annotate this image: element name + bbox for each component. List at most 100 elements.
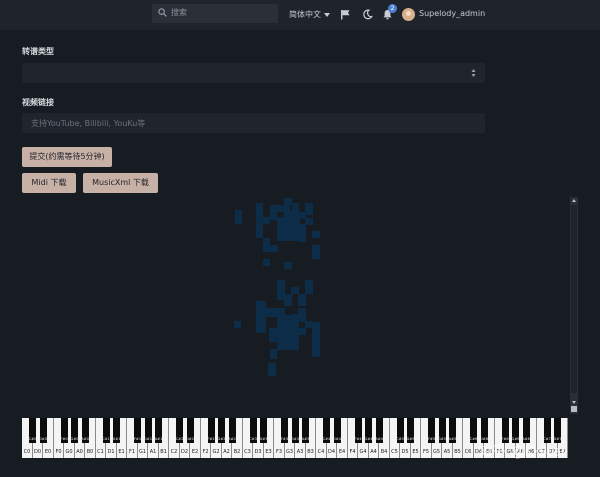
piano-key-black[interactable]: D#1: [112, 418, 121, 443]
piano-key-label: G2: [212, 449, 220, 455]
piano-key-black[interactable]: C#1: [102, 418, 110, 443]
piano-key-label: F0: [55, 449, 62, 455]
piano-key-black[interactable]: C#6: [470, 418, 477, 443]
piano-key-black[interactable]: F#2: [207, 418, 215, 443]
piano-key-black[interactable]: A#6: [522, 418, 530, 443]
piano-key-black[interactable]: A#3: [302, 418, 309, 443]
piano-key-label: D5: [401, 449, 409, 455]
piano-key-black[interactable]: G#6: [511, 418, 520, 443]
piano-key-black[interactable]: C#3: [249, 418, 257, 443]
piano-key-black[interactable]: A#1: [155, 418, 162, 443]
piano-key-label: D4: [327, 449, 336, 455]
vertical-scrollbar[interactable]: [570, 197, 578, 414]
piano-key-black[interactable]: C#7: [543, 418, 551, 443]
piano-key-black[interactable]: F#5: [428, 418, 435, 443]
piano-key-label: B1: [160, 449, 167, 455]
piano-key-label: G#2: [217, 437, 226, 441]
piano-key-black[interactable]: F#1: [134, 418, 141, 443]
piano-key-label: E3: [265, 449, 272, 455]
piano-key-black[interactable]: G#1: [143, 418, 153, 443]
piano-key-black[interactable]: A#5: [449, 418, 456, 443]
piano-key-label: A#0: [81, 437, 89, 441]
piano-key-black[interactable]: F#3: [281, 418, 288, 443]
piano-key-label: C4: [317, 449, 325, 455]
piano-key-label: A2: [223, 449, 230, 455]
piano-key-black[interactable]: A#2: [228, 418, 236, 443]
piano-key-label: B3: [307, 449, 314, 455]
piano-key-black[interactable]: G#4: [364, 418, 373, 443]
piano-key-label: C#1: [102, 437, 110, 441]
piano-key-black[interactable]: C#0: [29, 418, 36, 443]
scrollbar-thumb[interactable]: [571, 205, 577, 393]
piano-key-label: G#1: [143, 437, 153, 441]
piano-key-label: C#5: [396, 437, 404, 441]
piano-key-label: G3: [285, 449, 294, 455]
piano-key-black[interactable]: C#2: [176, 418, 183, 443]
watermark: 知乎 @K·Star: [478, 444, 567, 460]
piano-key-label: D#0: [38, 437, 48, 441]
piano-key-black[interactable]: F#6: [501, 418, 509, 443]
piano-key-label: C0: [23, 449, 31, 455]
piano-key-label: F3: [275, 449, 283, 455]
scroll-down-arrow-icon[interactable]: [572, 401, 576, 404]
piano-key-label: C#6: [469, 437, 478, 441]
piano-key-black[interactable]: C#4: [323, 418, 330, 443]
piano-key-label: C#2: [175, 437, 184, 441]
piano-key-label: F2: [202, 449, 209, 455]
piano-key-label: C3: [244, 449, 251, 455]
piano-key-label: B4: [380, 449, 388, 455]
piano-key-label: G#0: [70, 437, 79, 441]
piano-key-label: A0: [76, 449, 83, 455]
piano-key-black[interactable]: A#0: [81, 418, 89, 443]
piano-key-black[interactable]: D#5: [406, 418, 415, 443]
scroll-up-arrow-icon[interactable]: [572, 199, 576, 202]
piano-key-label: D#2: [185, 437, 195, 441]
piano-key-label: D#5: [406, 437, 415, 441]
piano-key-black[interactable]: F#0: [60, 418, 68, 443]
piano-key-black[interactable]: D#6: [480, 418, 488, 443]
piano-key-black[interactable]: D#2: [185, 418, 195, 443]
piano-key-label: E4: [338, 449, 346, 455]
piano-key-label: C1: [97, 449, 104, 455]
piano-key-black[interactable]: D#7: [553, 418, 562, 443]
piano-key-label: A#4: [375, 437, 383, 441]
piano-key-label: B5: [454, 449, 461, 455]
piano-key-black[interactable]: C#5: [396, 418, 404, 443]
piano-key-black[interactable]: G#5: [437, 418, 447, 443]
piano-key-label: G5: [432, 449, 441, 455]
piano-key-label: A1: [149, 449, 157, 455]
piano-key-label: C#4: [322, 437, 331, 441]
piano-key-label: F5: [422, 449, 430, 455]
piano-key-label: D3: [254, 449, 262, 455]
piano-key-label: C#0: [28, 437, 37, 441]
piano-key-label: G#4: [364, 437, 373, 441]
piano-key-label: F4: [349, 449, 356, 455]
piano-key-label: D#3: [259, 437, 268, 441]
piano-key-black[interactable]: D#0: [38, 418, 48, 443]
piano-key-black[interactable]: G#0: [70, 418, 79, 443]
piano-key-black[interactable]: D#3: [259, 418, 268, 443]
piano-key-label: E2: [191, 449, 199, 455]
piano-key-label: D1: [107, 449, 115, 455]
piano-key-label: C#3: [249, 437, 257, 441]
piano-key-label: D0: [33, 449, 42, 455]
piano-key-label: G#5: [437, 437, 447, 441]
piano-key-label: G0: [65, 449, 73, 455]
piano-key-label: F#1: [133, 437, 142, 441]
piano-key-black[interactable]: F#4: [354, 418, 362, 443]
piano-key-black[interactable]: D#4: [333, 418, 341, 443]
piano-key-label: G4: [359, 449, 367, 455]
piano-key-label: G#3: [290, 437, 300, 441]
piano-key-label: A#1: [154, 437, 163, 441]
piano-key-label: G1: [138, 449, 147, 455]
piano-key-black[interactable]: A#4: [375, 418, 383, 443]
piano-key-label: A#5: [448, 437, 457, 441]
piano-key-black[interactable]: G#3: [290, 418, 300, 443]
piano-key-label: D#1: [112, 437, 121, 441]
piano-key-label: A5: [443, 449, 451, 455]
piano-key-black[interactable]: G#2: [217, 418, 226, 443]
piano-key-label: F#4: [354, 437, 362, 441]
piano-key-label: C2: [170, 449, 178, 455]
piano-key-label: C5: [391, 449, 398, 455]
piano-key-label: B0: [86, 449, 94, 455]
